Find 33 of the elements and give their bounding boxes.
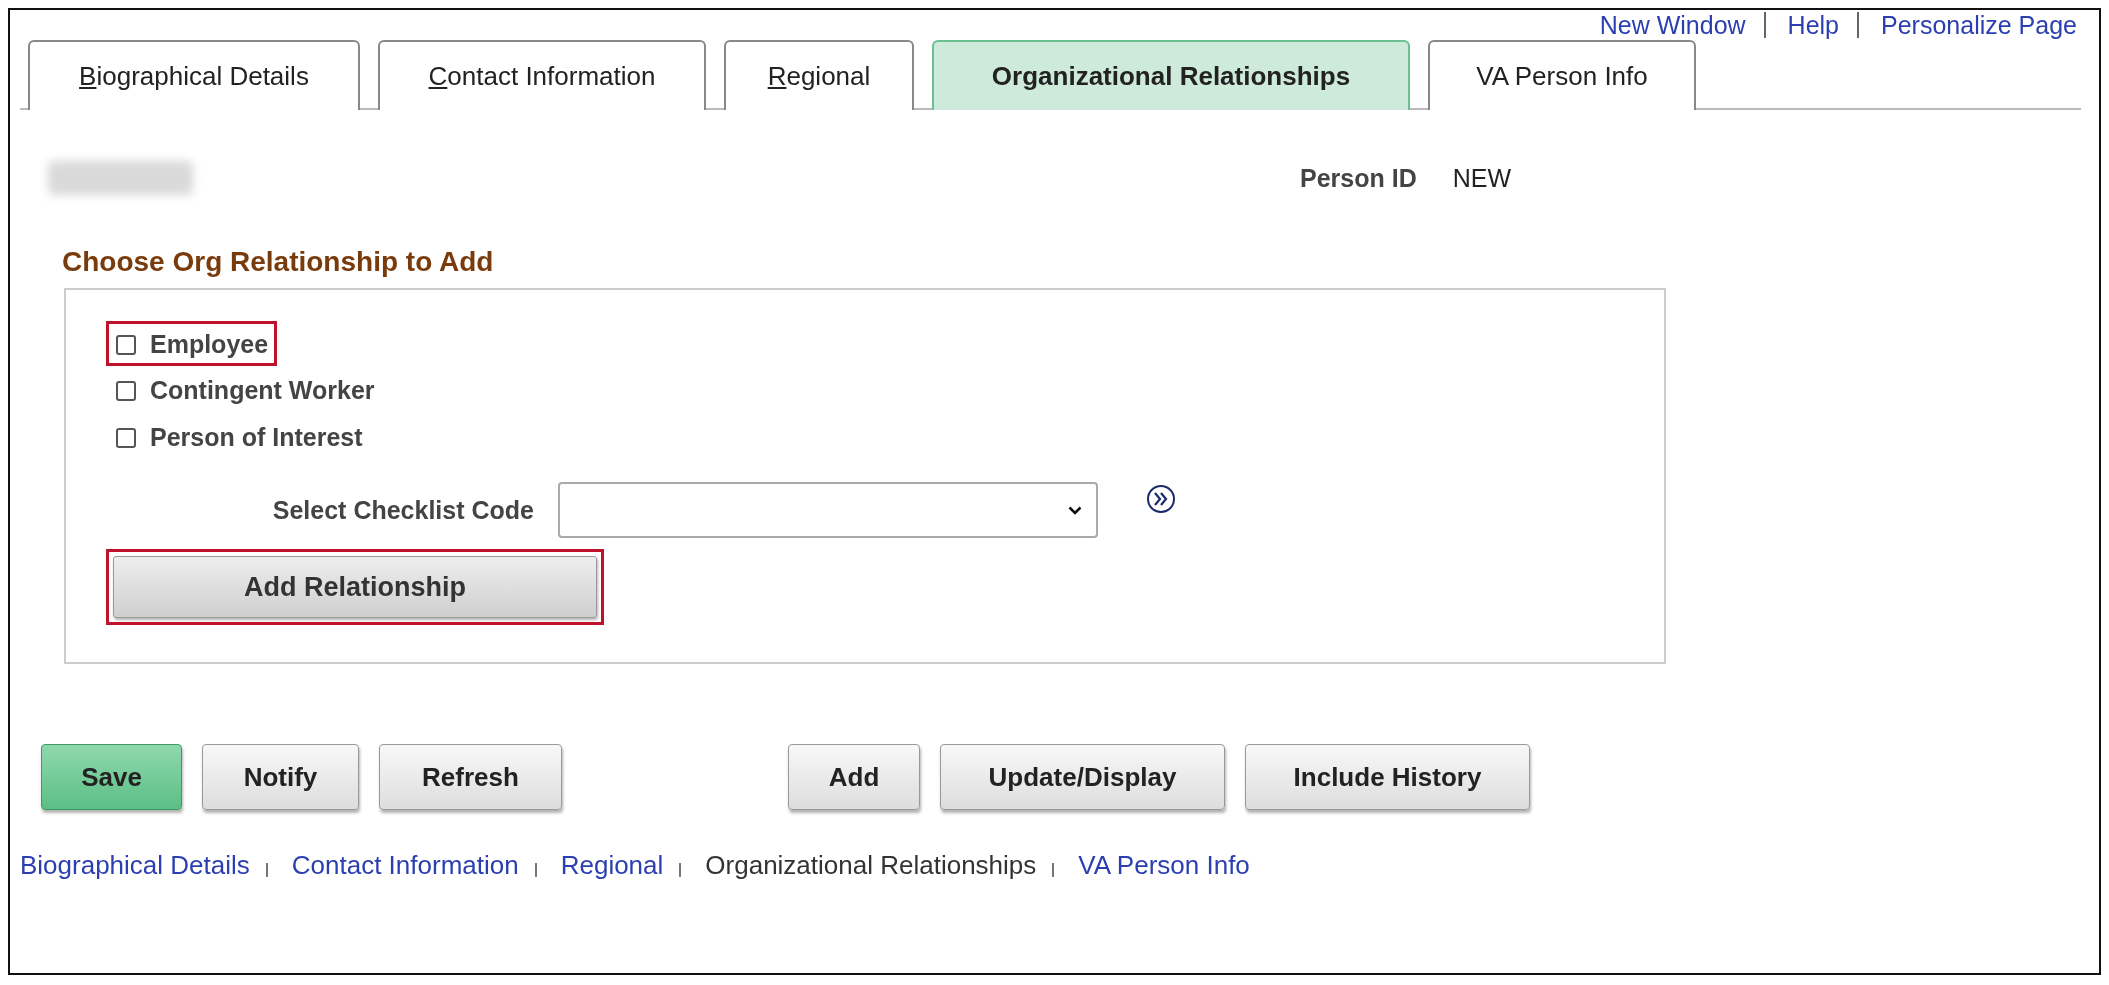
action-button[interactable]: Notify <box>202 744 359 810</box>
checkbox[interactable] <box>116 334 136 355</box>
footer-link[interactable]: Organizational Relationships <box>705 850 1037 881</box>
footer-link[interactable]: Biographical Details <box>20 850 250 881</box>
checkbox[interactable] <box>116 380 136 401</box>
checklist-label: Select Checklist Code <box>271 495 534 525</box>
checkbox-label: Person of Interest <box>150 423 363 452</box>
header-link[interactable]: Help <box>1787 10 1840 40</box>
footer-link[interactable]: Regional <box>560 850 664 881</box>
action-button[interactable]: Save <box>41 744 182 810</box>
person-id-label: Person ID <box>1300 163 1417 193</box>
section-heading: Choose Org Relationship to Add <box>62 246 495 278</box>
person-id-value: NEW <box>1452 163 1512 193</box>
double-chevron-icon[interactable] <box>1146 484 1176 514</box>
header-link[interactable]: New Window <box>1599 10 1746 40</box>
header-link[interactable]: Personalize Page <box>1881 10 2077 40</box>
action-button[interactable]: Refresh <box>379 744 562 810</box>
action-button[interactable]: Include History <box>1245 744 1530 810</box>
add-relationship-button[interactable]: Add Relationship <box>113 556 597 618</box>
checkbox-label: Contingent Worker <box>150 376 375 405</box>
action-button[interactable]: Add <box>788 744 920 810</box>
footer-link[interactable]: Contact Information <box>291 850 519 881</box>
tab[interactable]: VA Person Info <box>1428 40 1696 110</box>
action-button[interactable]: Update/Display <box>940 744 1225 810</box>
tab[interactable]: Contact Information <box>378 40 706 110</box>
tab[interactable]: Organizational Relationships <box>932 40 1410 110</box>
caret-icon <box>1068 505 1082 515</box>
tab[interactable]: Regional <box>724 40 914 110</box>
checkbox[interactable] <box>116 427 136 448</box>
checkbox-label: Employee <box>150 330 269 359</box>
tab[interactable]: Biographical Details <box>28 40 360 110</box>
checklist-dropdown[interactable] <box>558 482 1098 538</box>
footer-link[interactable]: VA Person Info <box>1078 850 1250 881</box>
